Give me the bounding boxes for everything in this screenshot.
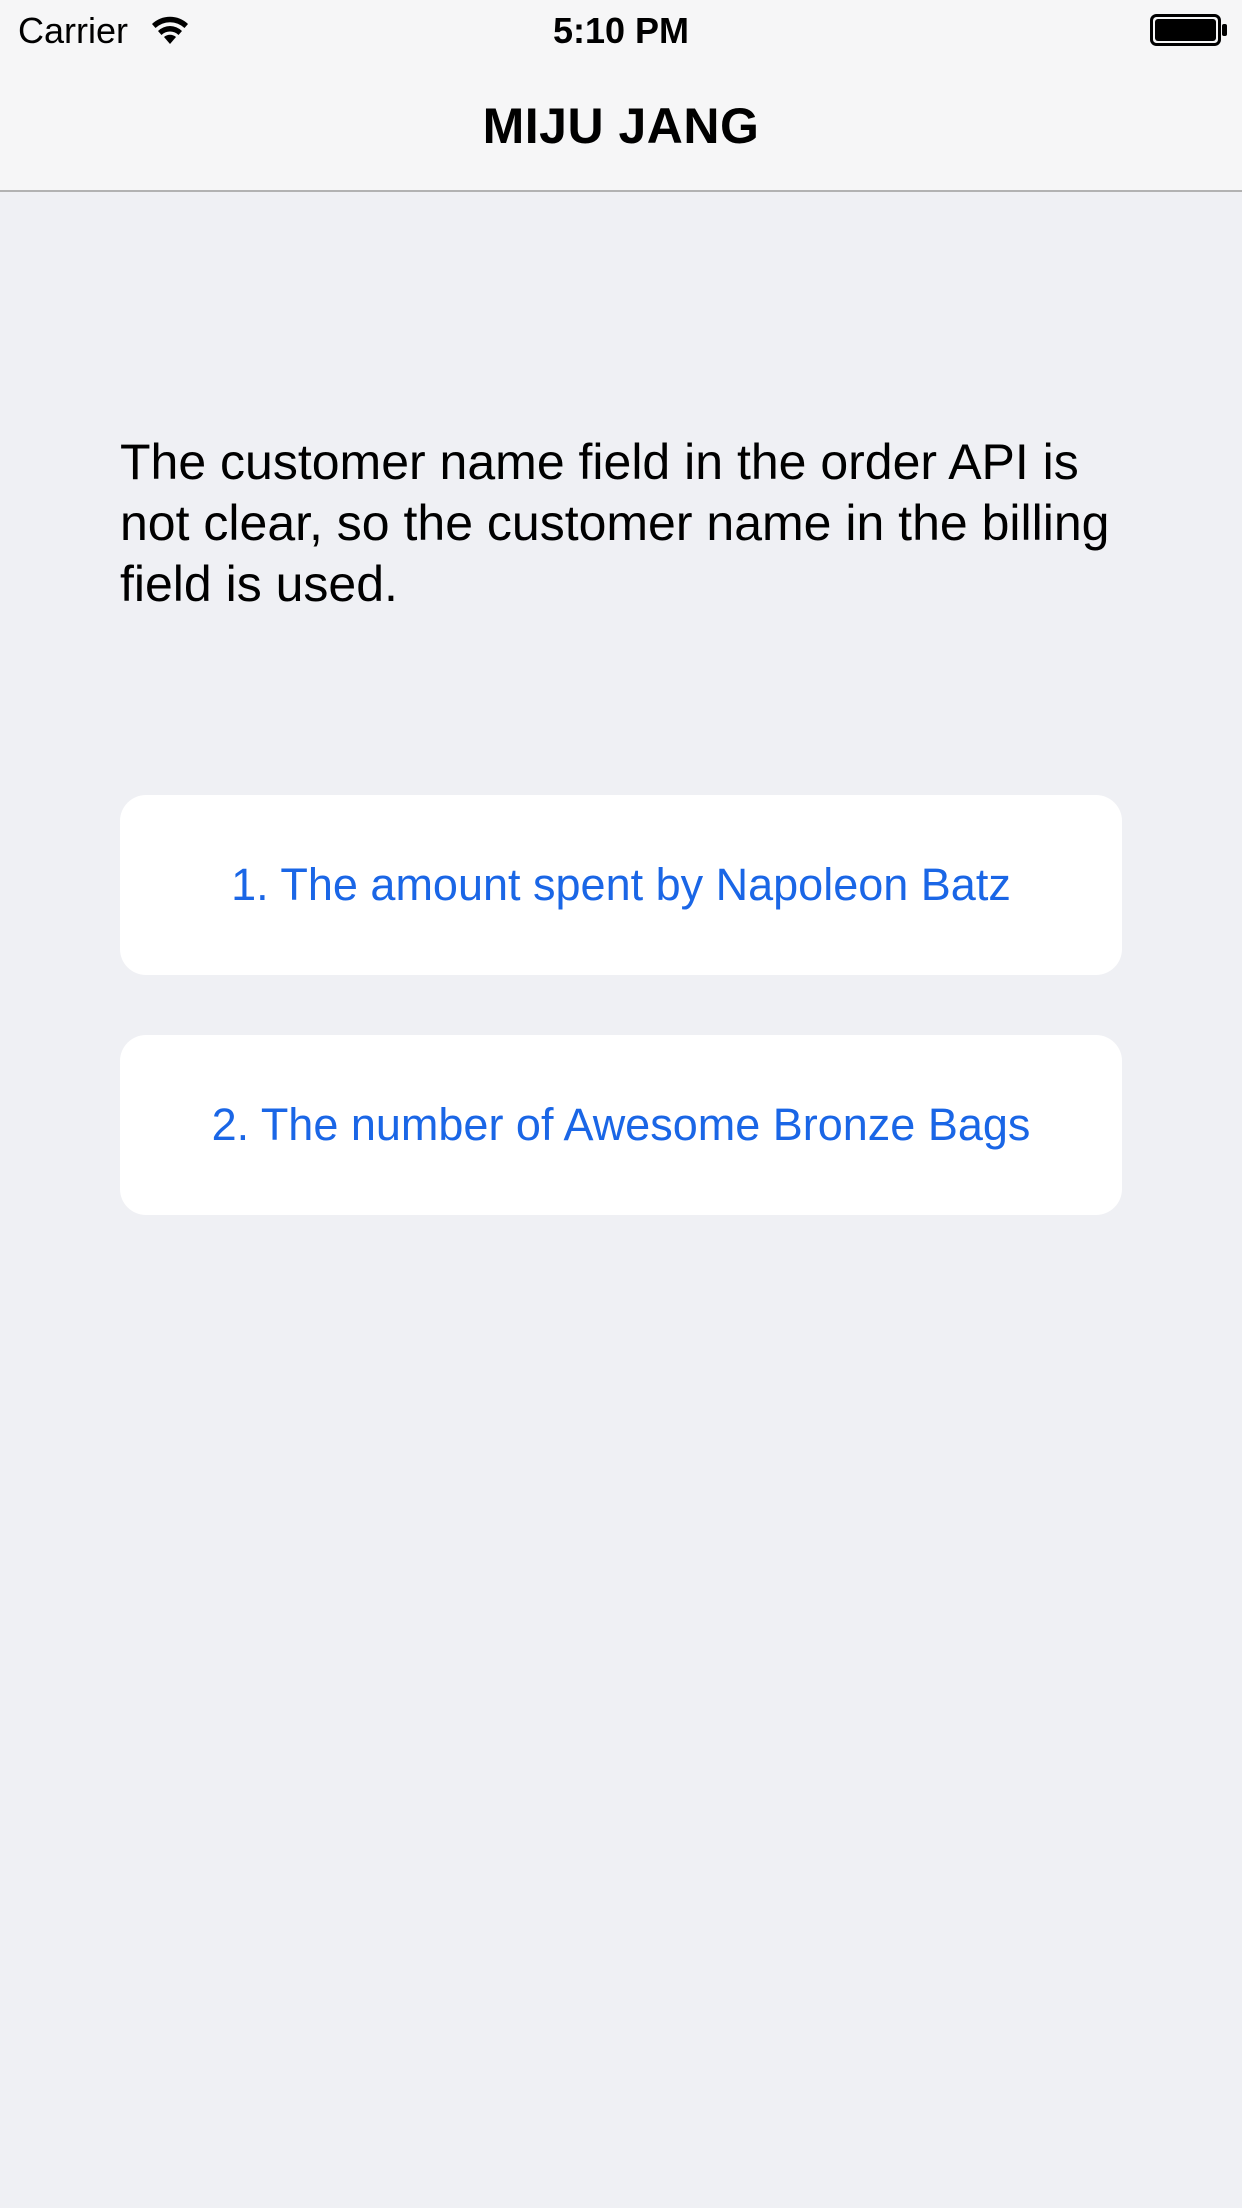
option-label: 1. The amount spent by Napoleon Batz <box>231 859 1011 910</box>
option-button-bronze-bags[interactable]: 2. The number of Awesome Bronze Bags <box>120 1035 1122 1215</box>
description-text: The customer name field in the order API… <box>120 434 1110 612</box>
option-button-amount-spent[interactable]: 1. The amount spent by Napoleon Batz <box>120 795 1122 975</box>
status-bar: Carrier 5:10 PM <box>0 0 1242 60</box>
screen: Carrier 5:10 PM MIJU JANG The customer n… <box>0 0 1242 2208</box>
navigation-bar: MIJU JANG <box>0 60 1242 192</box>
option-label: 2. The number of Awesome Bronze Bags <box>211 1099 1031 1150</box>
battery-icon <box>1150 14 1228 46</box>
status-time: 5:10 PM <box>552 10 690 51</box>
page-title: MIJU JANG <box>482 98 760 154</box>
